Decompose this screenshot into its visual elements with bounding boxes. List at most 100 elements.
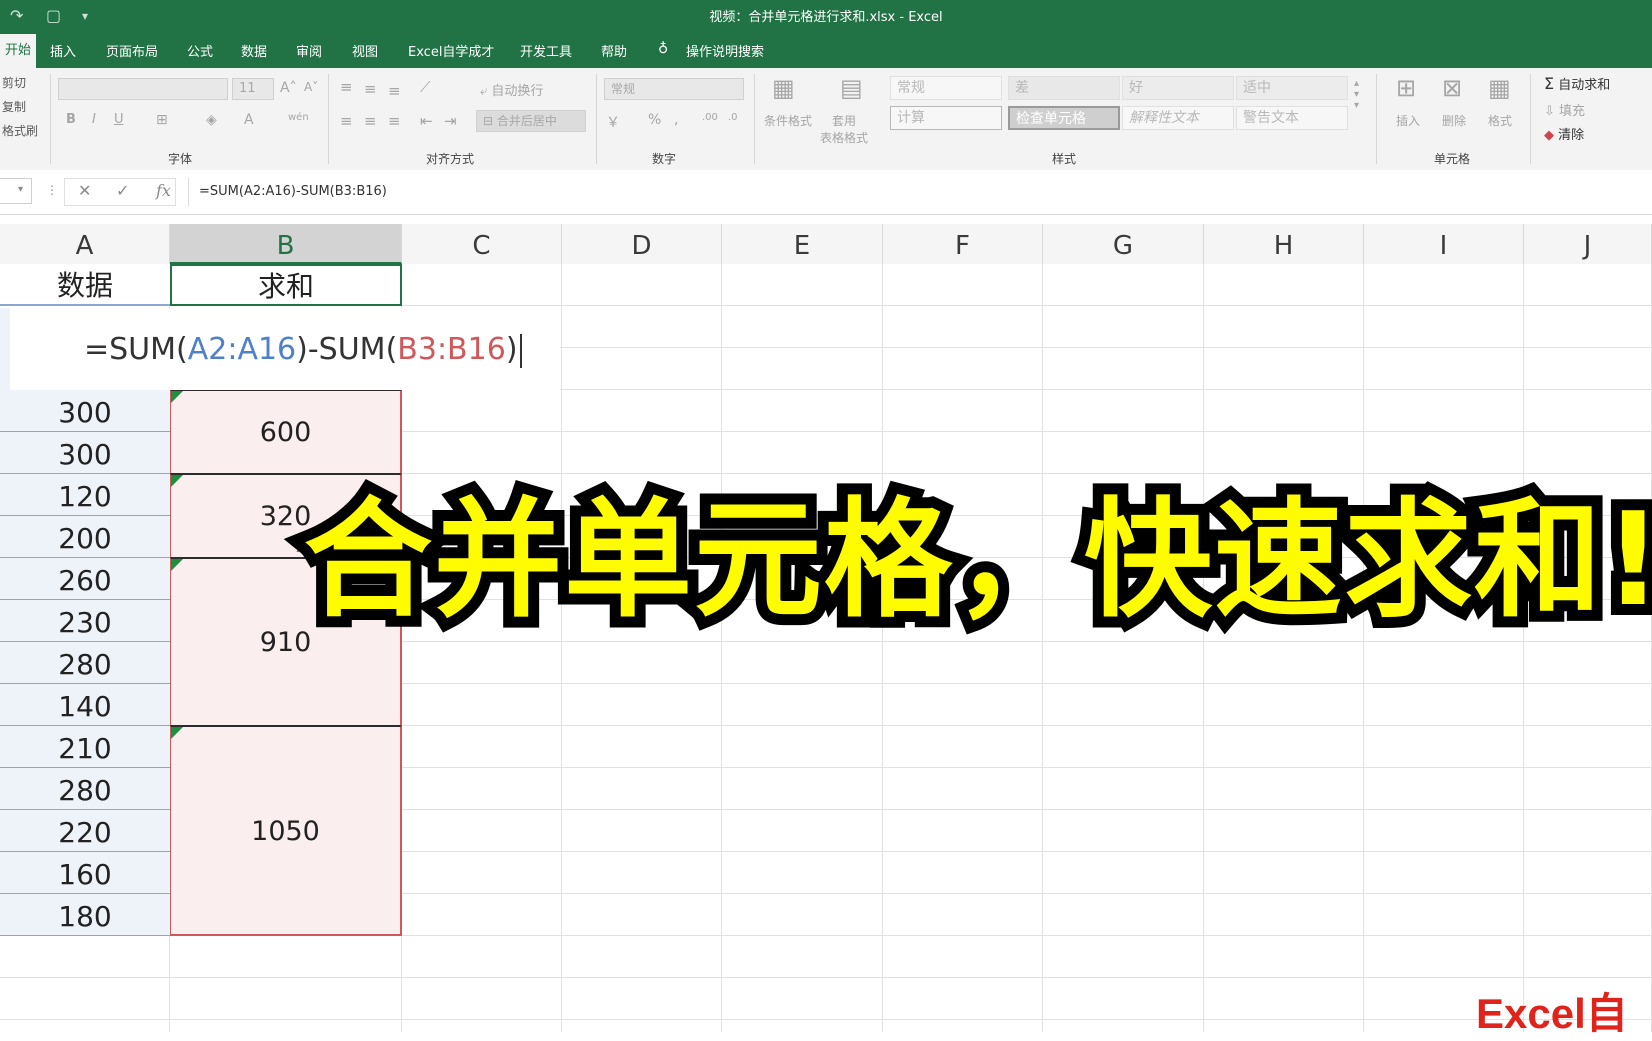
grid-cell[interactable] xyxy=(722,642,883,684)
grid-cell[interactable] xyxy=(402,1020,562,1032)
tab-7[interactable]: Excel自学成才 xyxy=(408,41,494,60)
grid-cell[interactable] xyxy=(1043,348,1204,390)
cell-style-3[interactable]: 适中 xyxy=(1236,76,1348,100)
merged-sum-cell[interactable]: 600 xyxy=(170,390,402,474)
grid-cell[interactable] xyxy=(402,264,562,306)
column-header-a[interactable]: A xyxy=(0,224,170,264)
underline-button[interactable]: U xyxy=(114,112,124,127)
grid-cell[interactable] xyxy=(1043,768,1204,810)
grid-cell[interactable] xyxy=(1364,432,1524,474)
grid-cell[interactable] xyxy=(562,642,722,684)
grid-cell[interactable] xyxy=(402,894,562,936)
cell-style-2[interactable]: 好 xyxy=(1122,76,1234,100)
delete-cells-icon[interactable]: ⊠ xyxy=(1442,74,1462,102)
grid-cell[interactable] xyxy=(1043,390,1204,432)
grid-cell[interactable] xyxy=(1364,810,1524,852)
grid-cell[interactable] xyxy=(562,852,722,894)
error-indicator-icon[interactable] xyxy=(171,391,183,403)
grid-cell[interactable] xyxy=(562,936,722,978)
grid-cell[interactable] xyxy=(170,1020,402,1032)
grid-cell[interactable] xyxy=(1204,306,1364,348)
percent-button[interactable]: % xyxy=(648,112,661,128)
enter-icon[interactable]: ✓ xyxy=(116,181,129,200)
align-top-icon[interactable]: ≡ xyxy=(340,78,353,96)
grid-cell[interactable] xyxy=(1204,432,1364,474)
column-header-i[interactable]: I xyxy=(1364,224,1524,264)
grid-cell[interactable] xyxy=(562,348,722,390)
error-indicator-icon[interactable] xyxy=(171,559,183,571)
insert-function-icon[interactable]: fx xyxy=(156,181,171,200)
borders-icon[interactable]: ⊞ xyxy=(156,112,168,128)
cell-style-6[interactable]: 解释性文本 xyxy=(1122,106,1234,130)
data-cell[interactable]: 210 xyxy=(0,726,170,768)
align-center-icon[interactable]: ≡ xyxy=(364,112,377,130)
grid-cell[interactable] xyxy=(1043,306,1204,348)
grid-cell[interactable] xyxy=(1524,390,1652,432)
data-cell[interactable]: 280 xyxy=(0,642,170,684)
grid-cell[interactable] xyxy=(883,390,1043,432)
tab-3[interactable]: 公式 xyxy=(187,41,213,60)
grid-cell[interactable] xyxy=(1524,894,1652,936)
grid-cell[interactable] xyxy=(883,1020,1043,1032)
grid-cell[interactable] xyxy=(562,432,722,474)
fill-color-icon[interactable]: ◈ xyxy=(206,112,217,128)
grid-cell[interactable] xyxy=(1204,390,1364,432)
grid-cell[interactable] xyxy=(722,432,883,474)
grid-cell[interactable] xyxy=(1043,936,1204,978)
grid-cell[interactable] xyxy=(722,810,883,852)
grid-cell[interactable] xyxy=(1364,348,1524,390)
cell-style-7[interactable]: 警告文本 xyxy=(1236,106,1348,130)
grid-cell[interactable] xyxy=(1524,726,1652,768)
grid-cell[interactable] xyxy=(722,390,883,432)
grid-cell[interactable] xyxy=(722,264,883,306)
grid-cell[interactable] xyxy=(1524,348,1652,390)
cut-button[interactable]: 剪切 xyxy=(2,74,26,91)
align-middle-icon[interactable]: ≡ xyxy=(364,80,377,98)
grid-cell[interactable] xyxy=(1043,894,1204,936)
grid-cell[interactable] xyxy=(1043,432,1204,474)
grid-cell[interactable] xyxy=(1364,768,1524,810)
data-cell[interactable]: 260 xyxy=(0,558,170,600)
data-cell[interactable]: 300 xyxy=(0,432,170,474)
grid-cell[interactable] xyxy=(883,684,1043,726)
tab-4[interactable]: 数据 xyxy=(241,41,267,60)
merged-sum-cell[interactable]: 1050 xyxy=(170,726,402,936)
column-header-f[interactable]: F xyxy=(883,224,1043,264)
delete-cells-button[interactable]: 删除 xyxy=(1442,112,1466,129)
cell-style-4[interactable]: 计算 xyxy=(890,106,1002,130)
tab-2[interactable]: 页面布局 xyxy=(106,41,158,60)
column-header-e[interactable]: E xyxy=(722,224,883,264)
orientation-icon[interactable]: ⟋ xyxy=(420,78,431,96)
increase-decimal-icon[interactable]: .00 xyxy=(702,112,718,123)
align-right-icon[interactable]: ≡ xyxy=(388,112,401,130)
grid-cell[interactable] xyxy=(1204,936,1364,978)
align-bottom-icon[interactable]: ≡ xyxy=(388,82,401,100)
grid-cell[interactable] xyxy=(883,768,1043,810)
fill-button[interactable]: ⇩ 填充 xyxy=(1544,100,1585,119)
format-cells-icon[interactable]: ▦ xyxy=(1488,74,1511,102)
data-cell[interactable]: 220 xyxy=(0,810,170,852)
grid-cell[interactable] xyxy=(883,810,1043,852)
cancel-icon[interactable]: ✕ xyxy=(78,181,91,200)
column-header-d[interactable]: D xyxy=(562,224,722,264)
grid-cell[interactable] xyxy=(1524,852,1652,894)
grid-cell[interactable] xyxy=(883,894,1043,936)
grid-cell[interactable] xyxy=(722,768,883,810)
grid-cell[interactable] xyxy=(562,684,722,726)
grid-cell[interactable] xyxy=(1204,894,1364,936)
grid-cell[interactable] xyxy=(1204,1020,1364,1032)
grow-font-icon[interactable]: A˄ xyxy=(280,80,297,96)
grid-cell[interactable] xyxy=(402,726,562,768)
grid-cell[interactable] xyxy=(1364,936,1524,978)
grid-cell[interactable] xyxy=(402,936,562,978)
tab-5[interactable]: 审阅 xyxy=(296,41,322,60)
grid-cell[interactable] xyxy=(1364,306,1524,348)
grid-cell[interactable] xyxy=(1204,810,1364,852)
tab-8[interactable]: 开发工具 xyxy=(520,41,572,60)
grid-cell[interactable] xyxy=(1364,684,1524,726)
grid-cell[interactable] xyxy=(1204,978,1364,1020)
tab-10[interactable]: 操作说明搜索 xyxy=(686,41,764,60)
grid-cell[interactable] xyxy=(562,768,722,810)
grid-cell[interactable] xyxy=(722,978,883,1020)
gallery-scroll-icon[interactable]: ▴ ▾ ▾ xyxy=(1354,78,1359,111)
